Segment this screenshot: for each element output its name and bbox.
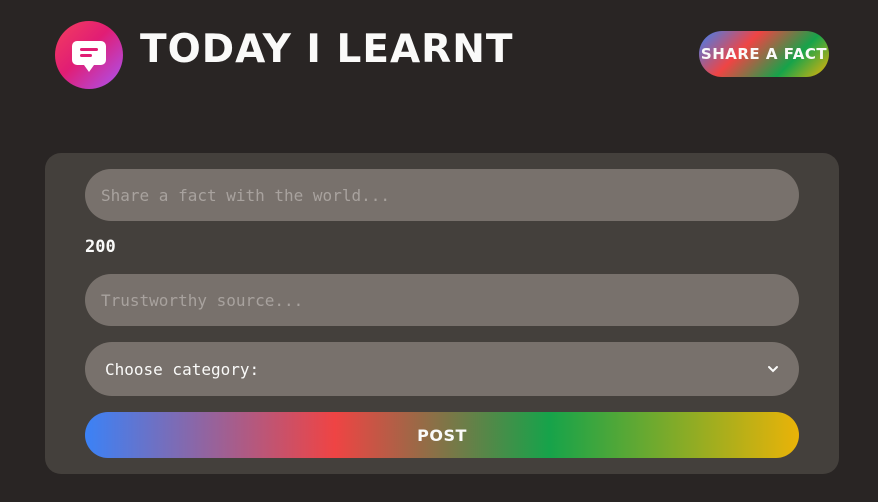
- app-title: Today I Learnt: [140, 27, 514, 72]
- category-selected-value: Choose category:: [105, 359, 260, 379]
- fact-form: 200 Choose category: Post: [45, 153, 839, 474]
- speech-bubble-icon: [72, 41, 106, 72]
- fact-input[interactable]: [85, 169, 799, 221]
- post-button[interactable]: Post: [85, 412, 799, 458]
- share-fact-button[interactable]: Share a fact: [699, 31, 829, 77]
- category-select[interactable]: Choose category:: [85, 342, 799, 396]
- chevron-down-icon: [768, 366, 778, 373]
- source-input[interactable]: [85, 274, 799, 326]
- char-count: 200: [85, 237, 116, 257]
- app-header: Today I Learnt Share a fact: [0, 0, 878, 110]
- logo: [55, 21, 123, 89]
